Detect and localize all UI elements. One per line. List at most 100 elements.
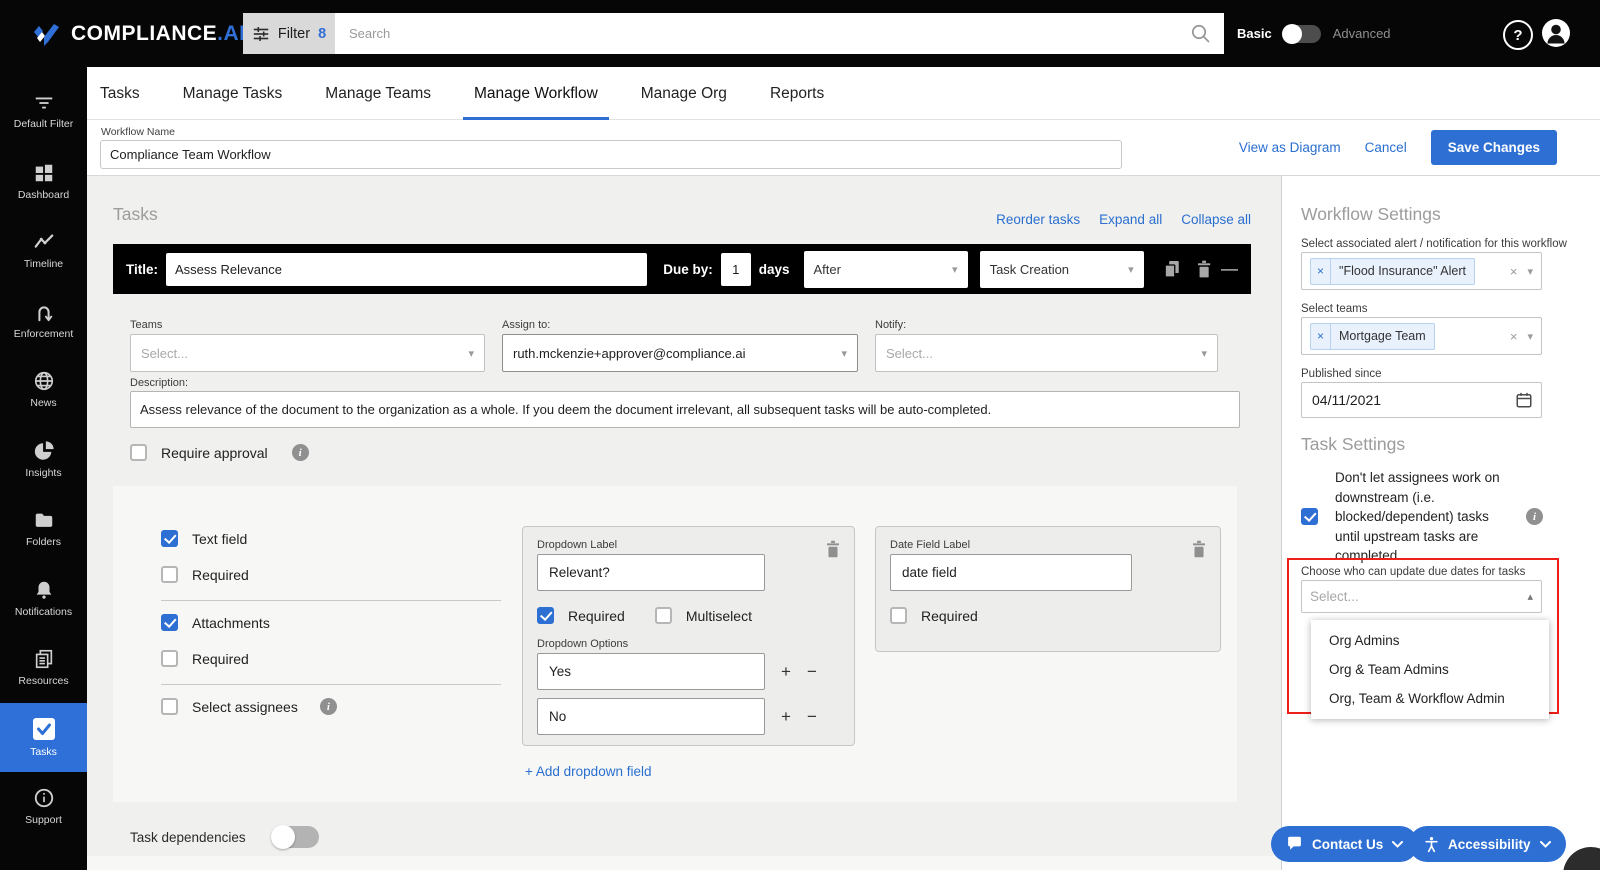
sidebar-item-enforcement[interactable]: Enforcement xyxy=(0,286,87,356)
add-dropdown-field-link[interactable]: + Add dropdown field xyxy=(525,764,651,779)
delete-date-field-icon[interactable] xyxy=(1190,539,1208,559)
associated-alert-select[interactable]: × "Flood Insurance" Alert × ▾ xyxy=(1301,252,1542,290)
remove-chip-icon[interactable]: × xyxy=(1311,258,1332,284)
due-dates-select[interactable]: Select... ▴ xyxy=(1301,580,1542,613)
menu-item-org-team-admins[interactable]: Org & Team Admins xyxy=(1311,655,1549,684)
cancel-link[interactable]: Cancel xyxy=(1365,140,1407,155)
require-approval-info-icon[interactable]: i xyxy=(291,444,309,461)
sidebar-item-support[interactable]: Support xyxy=(0,772,87,842)
workflow-name-input[interactable] xyxy=(100,140,1122,169)
text-field-checkbox[interactable] xyxy=(161,530,178,547)
notify-select[interactable]: Select... ▾ xyxy=(875,334,1218,372)
save-changes-button[interactable]: Save Changes xyxy=(1430,130,1557,165)
calendar-icon[interactable] xyxy=(1515,391,1533,409)
menu-item-org-team-workflow-admin[interactable]: Org, Team & Workflow Admin xyxy=(1311,684,1549,713)
task-title-input[interactable] xyxy=(166,252,648,286)
due-by-days-input[interactable] xyxy=(720,252,751,286)
attachments-required-checkbox[interactable] xyxy=(161,650,178,667)
clear-select-icon[interactable]: × xyxy=(1510,329,1518,344)
sidebar-item-dashboard[interactable]: Dashboard xyxy=(0,147,87,217)
select-assignees-row: Select assignees i xyxy=(161,698,337,715)
delete-task-icon[interactable] xyxy=(1195,258,1213,280)
dropdown-required-row: Required xyxy=(537,607,625,624)
text-field-required-checkbox[interactable] xyxy=(161,566,178,583)
workflow-name-label: Workflow Name xyxy=(101,126,175,138)
menu-item-org-admins[interactable]: Org Admins xyxy=(1311,626,1549,655)
tab-manage-teams[interactable]: Manage Teams xyxy=(325,67,431,120)
notify-field-group: Notify: Select... ▾ xyxy=(875,319,1218,372)
tab-manage-org[interactable]: Manage Org xyxy=(641,67,727,120)
collapse-all-link[interactable]: Collapse all xyxy=(1181,212,1251,227)
help-icon[interactable]: ? xyxy=(1503,20,1533,50)
teams-select[interactable]: Select... ▾ xyxy=(130,334,485,372)
sidebar-item-tasks[interactable]: Tasks xyxy=(0,702,87,772)
select-assignees-info-icon[interactable]: i xyxy=(319,698,337,715)
downstream-setting-row: Don't let assignees work on downstream (… xyxy=(1301,468,1559,566)
tab-manage-workflow[interactable]: Manage Workflow xyxy=(463,67,609,120)
sidebar-item-resources[interactable]: Resources xyxy=(0,633,87,703)
dropdown-label-input[interactable] xyxy=(537,554,765,591)
sidebar-item-default-filter[interactable]: Default Filter xyxy=(0,77,87,147)
attachments-checkbox[interactable] xyxy=(161,614,178,631)
remove-chip-icon[interactable]: × xyxy=(1311,323,1332,349)
user-avatar-icon[interactable] xyxy=(1541,18,1571,53)
tasks-section-links: Reorder tasks Expand all Collapse all xyxy=(996,212,1251,227)
search-icon[interactable] xyxy=(1190,23,1212,45)
anchor-select[interactable]: Task Creation ▾ xyxy=(979,250,1144,288)
sidebar-item-news[interactable]: News xyxy=(0,355,87,425)
accessibility-person-icon xyxy=(1425,836,1438,852)
reorder-tasks-link[interactable]: Reorder tasks xyxy=(996,212,1080,227)
accessibility-button[interactable]: Accessibility xyxy=(1409,826,1566,862)
sidebar-item-timeline[interactable]: Timeline xyxy=(0,216,87,286)
expand-all-link[interactable]: Expand all xyxy=(1099,212,1162,227)
timing-select[interactable]: After ▾ xyxy=(803,250,968,288)
date-field-label-input[interactable] xyxy=(890,554,1132,591)
sidebar-item-notifications[interactable]: Notifications xyxy=(0,564,87,634)
compliance-ai-logo[interactable]: COMPLIANCE.AI xyxy=(30,0,246,67)
sidebar-item-insights[interactable]: Insights xyxy=(0,425,87,495)
task-dependencies-toggle[interactable] xyxy=(270,825,319,849)
search-input[interactable] xyxy=(335,26,1190,41)
description-textarea[interactable]: Assess relevance of the document to the … xyxy=(130,391,1240,428)
select-teams-select[interactable]: × Mortgage Team × ▾ xyxy=(1301,317,1542,355)
workflow-actions: View as Diagram Cancel Save Changes xyxy=(1239,120,1557,175)
chevron-up-icon[interactable]: ▴ xyxy=(1527,590,1533,603)
text-field-row: Text field xyxy=(161,530,247,547)
contact-us-button[interactable]: Contact Us xyxy=(1271,826,1419,862)
tab-manage-tasks[interactable]: Manage Tasks xyxy=(183,67,283,120)
collapse-task-icon[interactable]: — xyxy=(1221,259,1238,279)
downstream-checkbox[interactable] xyxy=(1301,508,1318,526)
date-required-checkbox[interactable] xyxy=(890,607,907,624)
sidebar-item-folders[interactable]: Folders xyxy=(0,494,87,564)
assign-to-select[interactable]: ruth.mckenzie+approver@compliance.ai ▾ xyxy=(502,334,858,372)
divider xyxy=(161,684,501,685)
task-settings-heading: Task Settings xyxy=(1301,434,1406,454)
dropdown-multiselect-checkbox[interactable] xyxy=(654,607,672,624)
view-as-diagram-link[interactable]: View as Diagram xyxy=(1239,140,1341,155)
published-since-date-field[interactable]: 04/11/2021 xyxy=(1301,382,1542,418)
dropdown-option-input[interactable] xyxy=(537,653,765,690)
downstream-info-icon[interactable]: i xyxy=(1526,508,1543,526)
tab-reports[interactable]: Reports xyxy=(770,67,824,120)
add-option-icon[interactable]: + xyxy=(781,708,791,725)
basic-label: Basic xyxy=(1237,26,1272,41)
basic-advanced-toggle[interactable] xyxy=(1281,23,1321,44)
dropdown-required-checkbox[interactable] xyxy=(537,607,554,624)
attachments-row: Attachments xyxy=(161,614,270,631)
tab-tasks[interactable]: Tasks xyxy=(100,67,140,120)
remove-option-icon[interactable]: − xyxy=(807,663,817,680)
clear-select-icon[interactable]: × xyxy=(1510,264,1518,279)
require-approval-checkbox[interactable] xyxy=(130,444,147,461)
chevron-down-icon[interactable]: ▾ xyxy=(1527,265,1533,278)
required-label: Required xyxy=(192,566,249,583)
filter-button[interactable]: Filter 8 xyxy=(243,13,335,54)
chevron-down-icon: ▾ xyxy=(1201,347,1207,360)
duplicate-task-icon[interactable] xyxy=(1162,258,1181,280)
add-option-icon[interactable]: + xyxy=(781,663,791,680)
remove-option-icon[interactable]: − xyxy=(807,708,817,725)
dropdown-option-input[interactable] xyxy=(537,698,765,735)
chevron-down-icon[interactable]: ▾ xyxy=(1527,330,1533,343)
select-assignees-checkbox[interactable] xyxy=(161,698,178,715)
delete-dropdown-field-icon[interactable] xyxy=(824,539,842,559)
select-assignees-label: Select assignees xyxy=(192,698,298,715)
